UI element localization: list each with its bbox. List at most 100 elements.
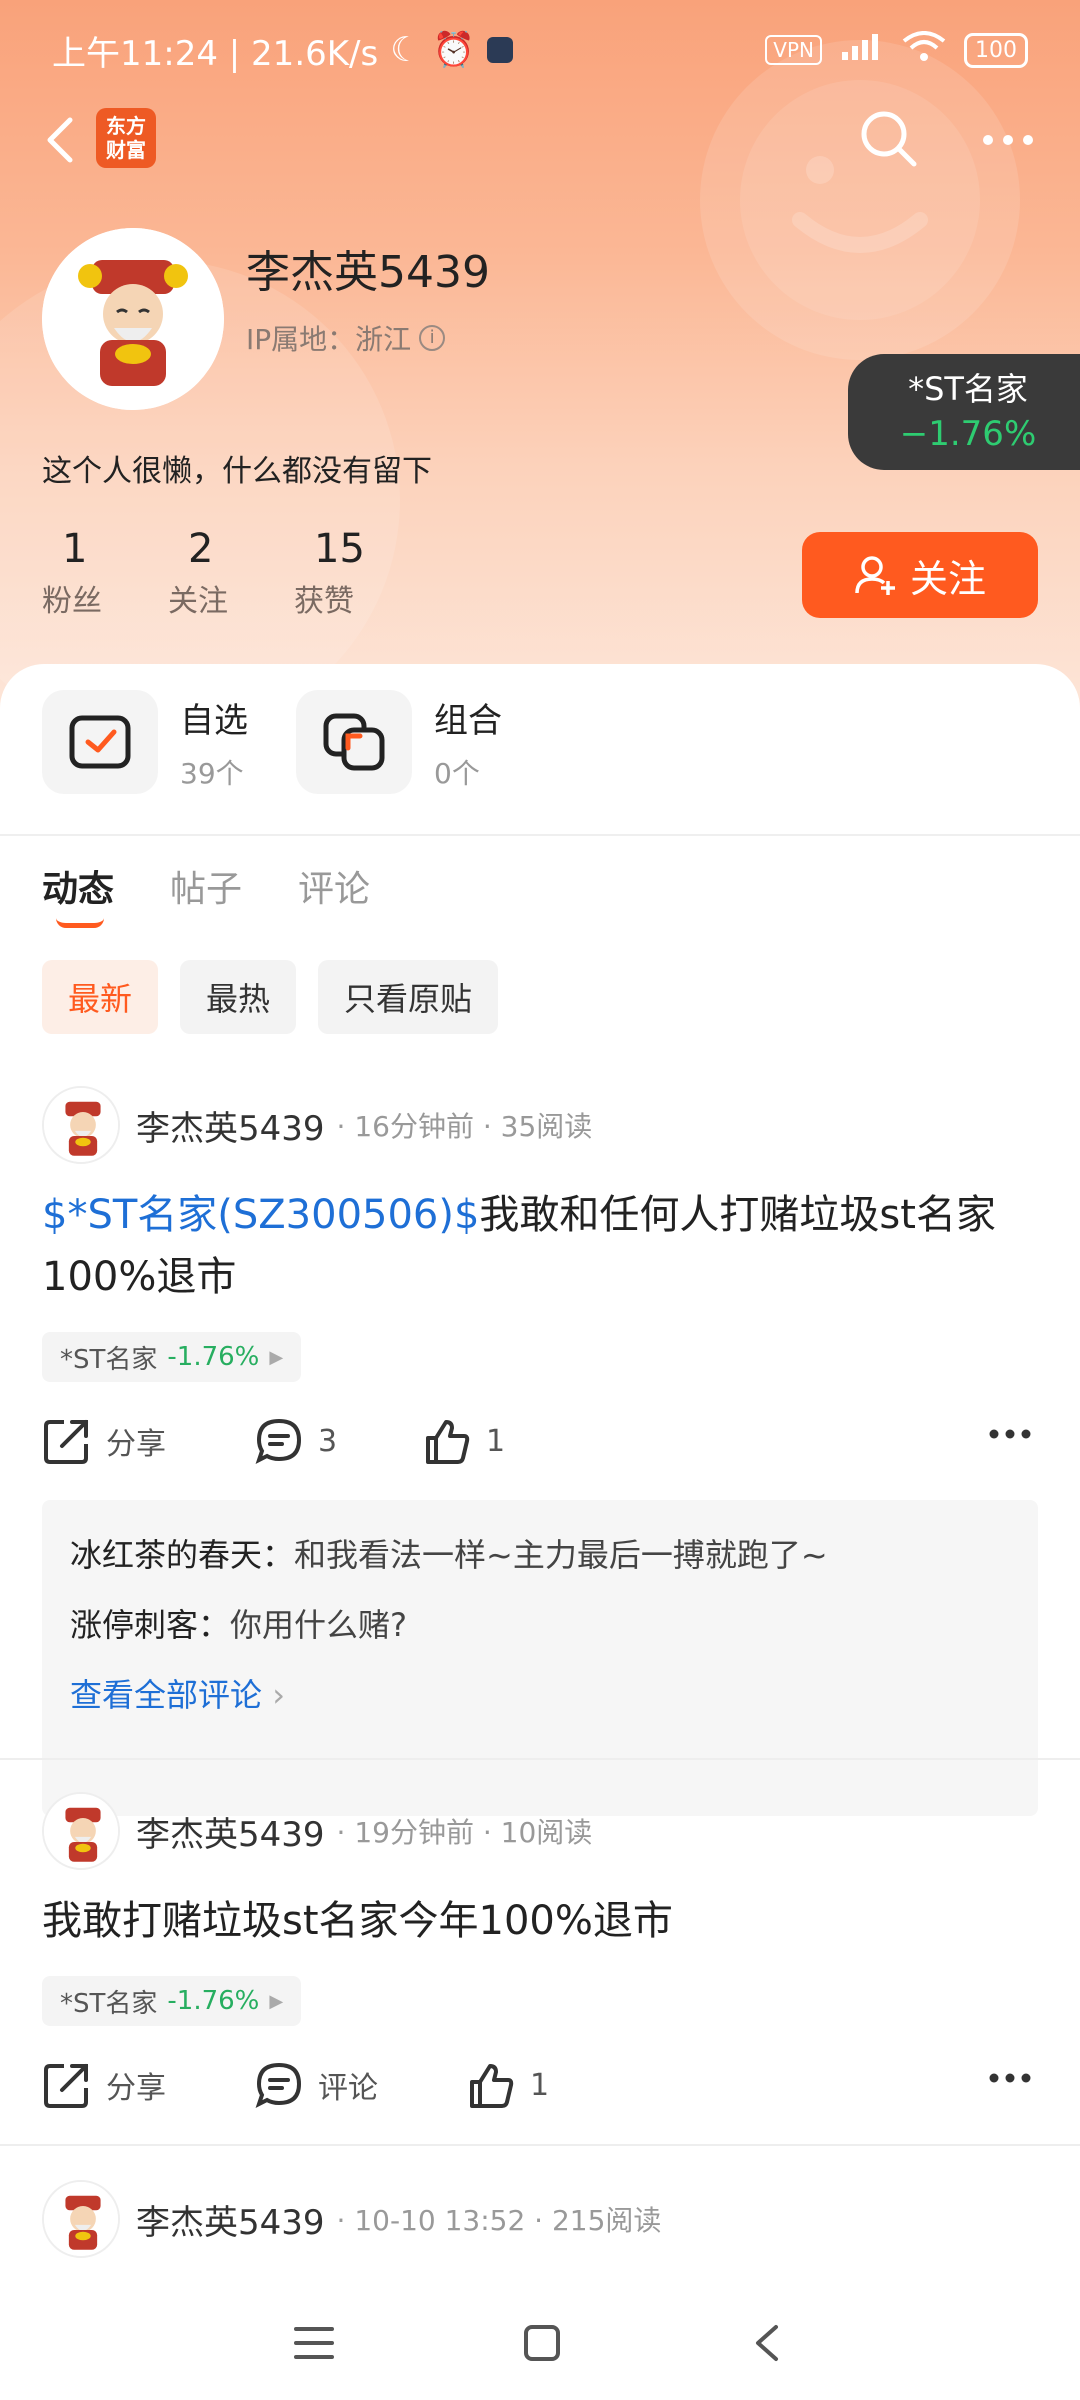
post-header: 李杰英5439 · 19分钟前 · 10阅读 bbox=[42, 1792, 592, 1870]
follow-button[interactable]: 关注 bbox=[802, 532, 1038, 618]
more-options-button[interactable] bbox=[978, 120, 1038, 160]
app-logo-text: 东方财富 bbox=[106, 114, 146, 162]
post-meta: · 10-10 13:52 · 215阅读 bbox=[336, 2204, 662, 2237]
stat-value: 1 bbox=[62, 526, 88, 572]
post-header: 李杰英5439 · 10-10 13:52 · 215阅读 bbox=[42, 2180, 661, 2258]
stock-tag-name: *ST名家 bbox=[60, 1344, 158, 1375]
chevron-right-icon: › bbox=[272, 1676, 285, 1714]
post-author[interactable]: 李杰英5439 bbox=[136, 2195, 325, 2244]
info-icon[interactable]: i bbox=[419, 325, 446, 351]
comment-author[interactable]: 涨停刺客： bbox=[70, 1606, 230, 1644]
comment-text: 和我看法一样~主力最后一搏就跑了~ bbox=[294, 1536, 828, 1574]
author-avatar[interactable] bbox=[42, 2180, 120, 2258]
filter-latest[interactable]: 最新 bbox=[42, 960, 159, 1034]
share-button[interactable]: 分享 bbox=[42, 1416, 166, 1466]
comment-button[interactable]: 评论 bbox=[254, 2060, 378, 2110]
stat-label: 获赞 bbox=[294, 584, 354, 619]
post-divider bbox=[0, 1758, 1080, 1760]
post-text: 我敢打赌垃圾st名家今年100%退市 bbox=[42, 1898, 673, 1944]
comment-label: 评论 bbox=[318, 2071, 378, 2106]
see-all-label: 查看全部评论 bbox=[70, 1676, 263, 1714]
stock-tag-change: -1.76% bbox=[167, 1986, 260, 2016]
comment-button[interactable]: 3 bbox=[254, 1416, 337, 1466]
comment-author[interactable]: 冰红茶的春天： bbox=[70, 1536, 294, 1574]
stock-tag[interactable]: *ST名家 -1.76% ▶ bbox=[42, 1332, 302, 1382]
comment-preview-box[interactable]: 冰红茶的春天：和我看法一样~主力最后一搏就跑了~ 涨停刺客：你用什么赌? 查看全… bbox=[42, 1500, 1038, 1816]
app-logo[interactable]: 东方财富 bbox=[96, 108, 156, 168]
stat-fans[interactable]: 1 粉丝 bbox=[42, 526, 168, 620]
post-author[interactable]: 李杰英5439 bbox=[136, 1101, 325, 1150]
quick-link-count: 0个 bbox=[434, 756, 480, 790]
post-more-button[interactable] bbox=[988, 1424, 1032, 1448]
wifi-icon bbox=[902, 31, 946, 69]
alarm-icon: ⏰ bbox=[432, 30, 476, 70]
profile-stats: 1 粉丝 2 关注 15 获赞 bbox=[42, 526, 420, 620]
share-label: 分享 bbox=[106, 2071, 166, 2106]
tab-comments[interactable]: 评论 bbox=[298, 860, 370, 912]
stock-tag[interactable]: *ST名家 -1.76% ▶ bbox=[42, 1976, 302, 2026]
post-content[interactable]: $*ST名家(SZ300506)$我敢和任何人打赌垃圾st名家100%退市 bbox=[42, 1184, 1042, 1308]
stock-hashtag-link[interactable]: $*ST名家(SZ300506)$ bbox=[42, 1192, 479, 1238]
system-navigation-bar bbox=[0, 2290, 1080, 2400]
post-divider bbox=[0, 2144, 1080, 2146]
stat-likes[interactable]: 15 获赞 bbox=[294, 526, 420, 620]
like-count: 1 bbox=[530, 2067, 550, 2103]
post-meta: · 16分钟前 · 35阅读 bbox=[336, 1110, 593, 1143]
content-tabs: 动态 帖子 评论 bbox=[42, 860, 370, 928]
stock-tag-name: *ST名家 bbox=[60, 1988, 158, 2019]
tab-label: 帖子 bbox=[170, 869, 243, 910]
tab-label: 评论 bbox=[298, 869, 371, 910]
triangle-right-icon: ▶ bbox=[269, 1990, 284, 2012]
like-button[interactable]: 1 bbox=[422, 1416, 505, 1466]
see-all-comments-link[interactable]: 查看全部评论 › bbox=[70, 1660, 1010, 1730]
search-button[interactable] bbox=[856, 106, 920, 170]
vpn-icon: VPN bbox=[765, 35, 822, 65]
add-user-icon bbox=[855, 556, 895, 595]
thumbs-up-icon bbox=[426, 1420, 470, 1464]
share-icon bbox=[44, 2064, 88, 2108]
stock-tag-change: -1.76% bbox=[167, 1342, 260, 1372]
author-avatar[interactable] bbox=[42, 1792, 120, 1870]
app-notification-icon bbox=[487, 37, 514, 63]
profile-avatar[interactable] bbox=[42, 228, 224, 410]
home-button[interactable] bbox=[520, 2321, 564, 2369]
quick-link-title: 自选 bbox=[180, 700, 248, 741]
top-navigation: 东方财富 bbox=[0, 100, 1080, 180]
status-bar: 上午11:24 | 21.6K/s ☾ ⏰ VPN 100 bbox=[0, 0, 1080, 100]
share-button[interactable]: 分享 bbox=[42, 2060, 166, 2110]
follow-button-label: 关注 bbox=[909, 556, 986, 601]
stat-label: 关注 bbox=[168, 584, 228, 619]
triangle-right-icon: ▶ bbox=[269, 1346, 284, 1368]
comment-icon bbox=[255, 1418, 302, 1464]
post-more-button[interactable] bbox=[988, 2068, 1032, 2092]
tab-activity[interactable]: 动态 bbox=[42, 860, 115, 928]
watchlist-link[interactable]: 自选 39个 bbox=[42, 690, 272, 794]
hamburger-icon bbox=[294, 2327, 334, 2359]
ip-location-row: IP属地：浙江 i bbox=[246, 318, 446, 358]
stat-value: 2 bbox=[188, 526, 214, 572]
post-actions: 分享 3 1 bbox=[42, 1416, 1042, 1476]
author-avatar[interactable] bbox=[42, 1086, 120, 1164]
like-button[interactable]: 1 bbox=[466, 2060, 549, 2110]
home-square-icon bbox=[524, 2325, 560, 2361]
section-divider bbox=[0, 834, 1080, 836]
filter-hottest[interactable]: 最热 bbox=[180, 960, 297, 1034]
filter-original-only[interactable]: 只看原贴 bbox=[318, 960, 499, 1034]
system-back-button[interactable] bbox=[748, 2321, 788, 2369]
post-actions: 分享 评论 1 bbox=[42, 2060, 1042, 2120]
menu-button[interactable] bbox=[292, 2323, 336, 2367]
floating-stock-change: −1.76% bbox=[899, 414, 1037, 454]
tab-label: 动态 bbox=[42, 869, 115, 910]
stat-value: 15 bbox=[314, 526, 365, 572]
floating-stock-quote[interactable]: *ST名家 −1.76% bbox=[848, 354, 1080, 470]
post-content[interactable]: 我敢打赌垃圾st名家今年100%退市 bbox=[42, 1890, 1042, 1952]
battery-icon: 100 bbox=[964, 32, 1028, 68]
back-button[interactable] bbox=[40, 110, 80, 170]
tab-posts[interactable]: 帖子 bbox=[170, 860, 242, 912]
portfolio-link[interactable]: 组合 0个 bbox=[296, 690, 526, 794]
comment-count: 3 bbox=[318, 1423, 338, 1459]
post-author[interactable]: 李杰英5439 bbox=[136, 1807, 325, 1856]
status-time: 上午11:24 | 21.6K/s bbox=[52, 33, 379, 74]
share-icon bbox=[44, 1420, 88, 1464]
stat-following[interactable]: 2 关注 bbox=[168, 526, 294, 620]
